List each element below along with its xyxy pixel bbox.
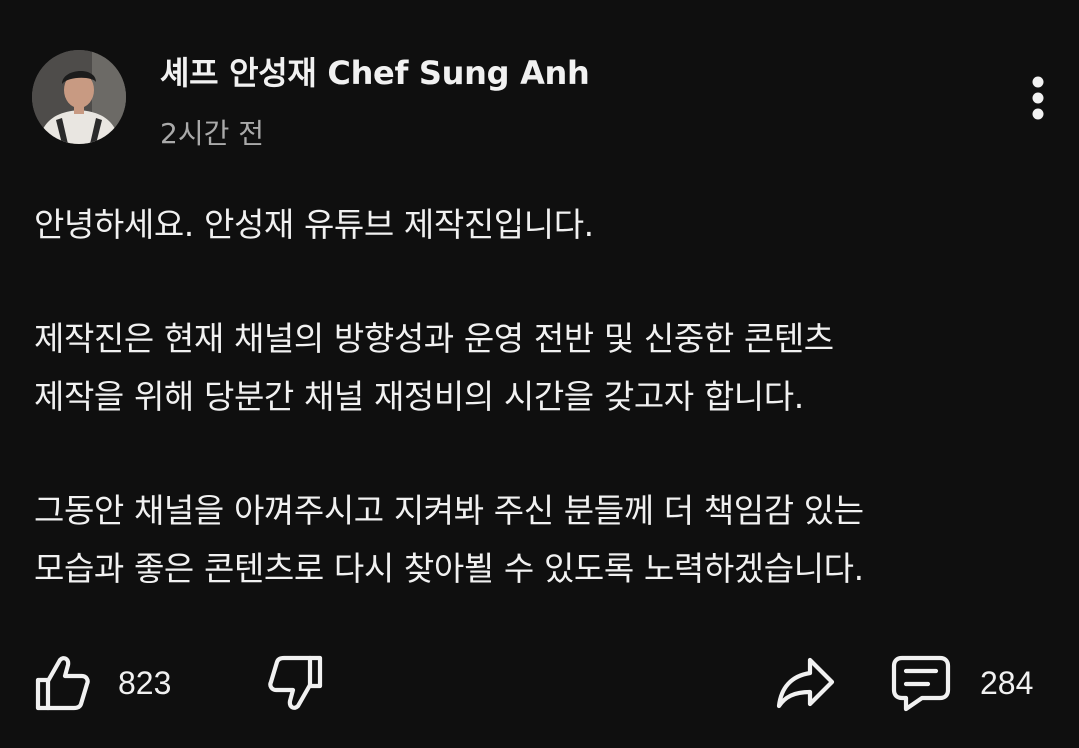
thumbs-down-icon	[268, 655, 323, 710]
like-button[interactable]: 823	[34, 654, 171, 712]
post-line: 제작을 위해 당분간 채널 재정비의 시간을 갖고자 합니다.	[34, 377, 804, 416]
post-paragraph: 안녕하세요. 안성재 유튜브 제작진입니다.	[34, 196, 1054, 254]
post-line: 그동안 채널을 아껴주시고 지켜봐 주신 분들께 더 책임감 있는	[34, 491, 864, 530]
thumbs-up-icon	[35, 656, 90, 711]
more-vertical-icon	[1032, 76, 1044, 120]
post-line: 안녕하세요. 안성재 유튜브 제작진입니다.	[34, 205, 594, 244]
channel-name[interactable]: 셰프 안성재 Chef Sung Anh	[160, 48, 590, 94]
more-options-button[interactable]	[1018, 72, 1058, 124]
post-line: 모습과 좋은 콘텐츠로 다시 찾아뵐 수 있도록 노력하겠습니다.	[34, 549, 864, 588]
avatar[interactable]	[32, 50, 126, 144]
post-body: 안녕하세요. 안성재 유튜브 제작진입니다. 제작진은 현재 채널의 방향성과 …	[34, 196, 1054, 654]
post-paragraph: 그동안 채널을 아껴주시고 지켜봐 주신 분들께 더 책임감 있는 모습과 좋은…	[34, 482, 1054, 598]
comment-count: 284	[980, 664, 1034, 701]
share-icon	[776, 657, 835, 709]
community-post: 셰프 안성재 Chef Sung Anh 2시간 전 안녕하세요. 안성재 유튜…	[0, 0, 1079, 748]
like-count: 823	[118, 664, 172, 701]
post-line: 제작진은 현재 채널의 방향성과 운영 전반 및 신중한 콘텐츠	[34, 319, 834, 358]
dislike-button[interactable]	[268, 654, 324, 712]
share-button[interactable]	[776, 656, 836, 710]
comment-icon	[891, 655, 951, 712]
post-timestamp: 2시간 전	[160, 117, 264, 150]
comment-button[interactable]: 284	[890, 654, 1033, 712]
post-paragraph: 제작진은 현재 채널의 방향성과 운영 전반 및 신중한 콘텐츠 제작을 위해 …	[34, 310, 1054, 426]
